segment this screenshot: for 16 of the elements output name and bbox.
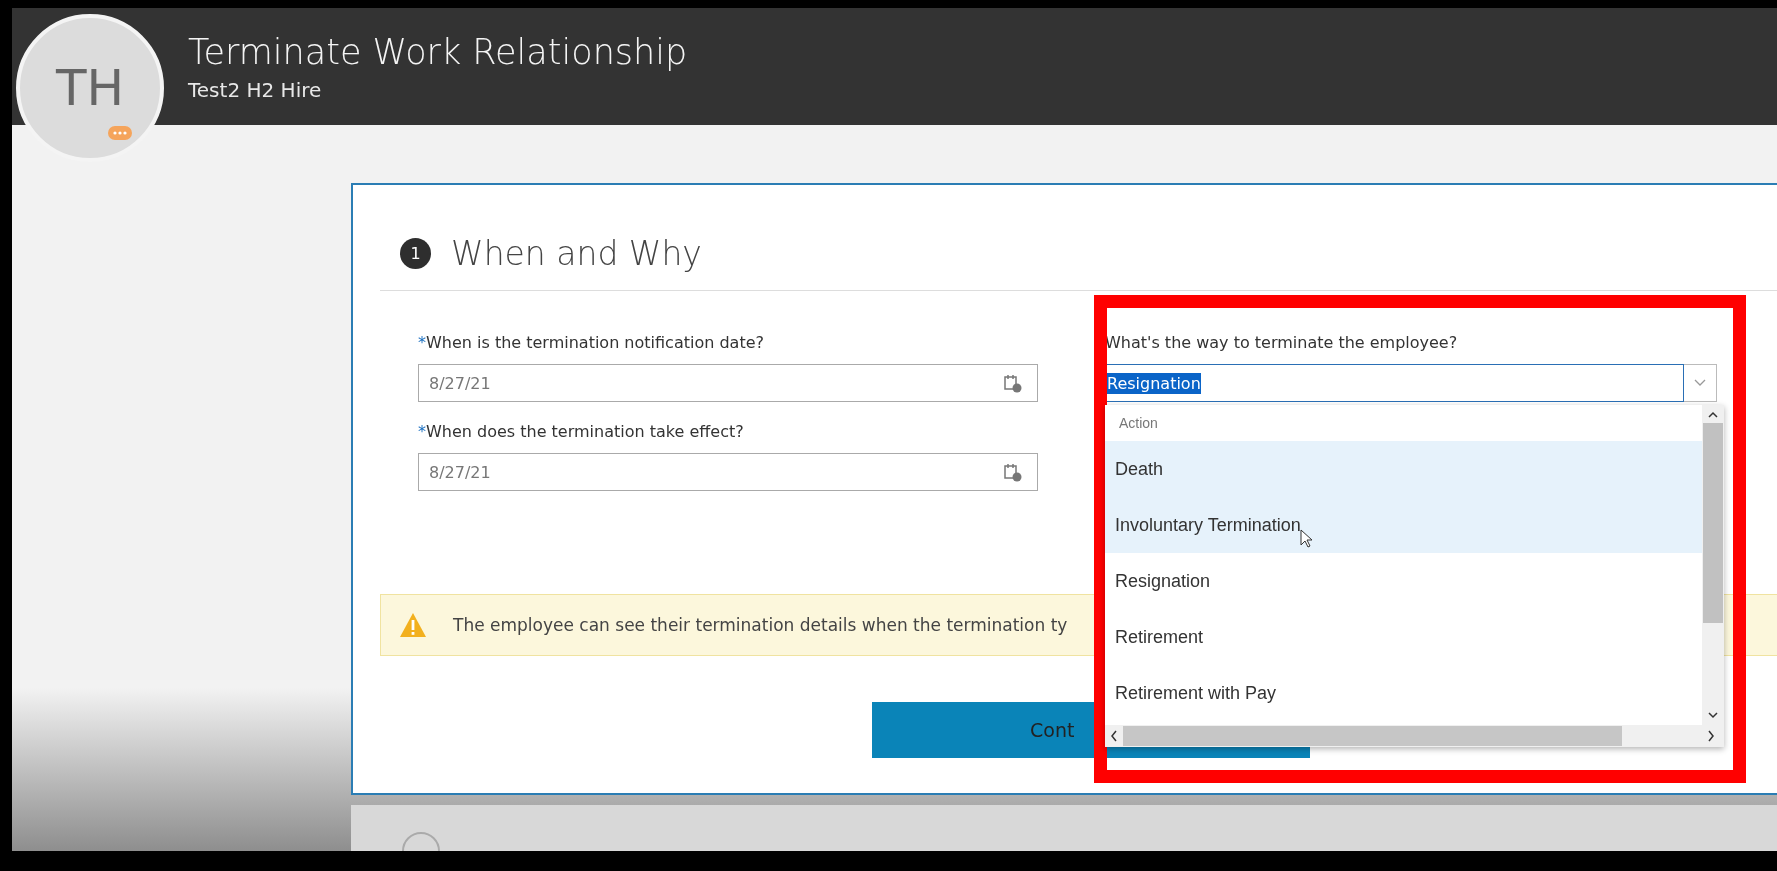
field-label: When is the termination notification date? — [426, 333, 764, 352]
required-mark: * — [418, 422, 426, 441]
date-field[interactable]: 8/27/21 — [418, 364, 1038, 402]
page-title: Terminate Work Relationship — [188, 31, 689, 72]
warning-text: The employee can see their termination details when the termination ty — [453, 615, 1068, 635]
employee-name: Test2 H2 Hire — [188, 77, 323, 102]
step-number: 1 — [400, 238, 431, 269]
required-mark: * — [418, 333, 426, 352]
date-field[interactable]: 8/27/21 — [418, 453, 1038, 491]
field-label: What's the way to terminate the employee? — [1105, 333, 1459, 354]
list-header: Action — [1118, 414, 1159, 433]
dropdown-option[interactable]: Involuntary Termination — [1105, 497, 1702, 553]
select-field[interactable]: Resignation — [1105, 364, 1684, 402]
step-title: When and Why — [451, 234, 702, 273]
dropdown-option[interactable]: Death — [1105, 441, 1702, 497]
field-label: When does the termination take effect? — [426, 422, 744, 441]
